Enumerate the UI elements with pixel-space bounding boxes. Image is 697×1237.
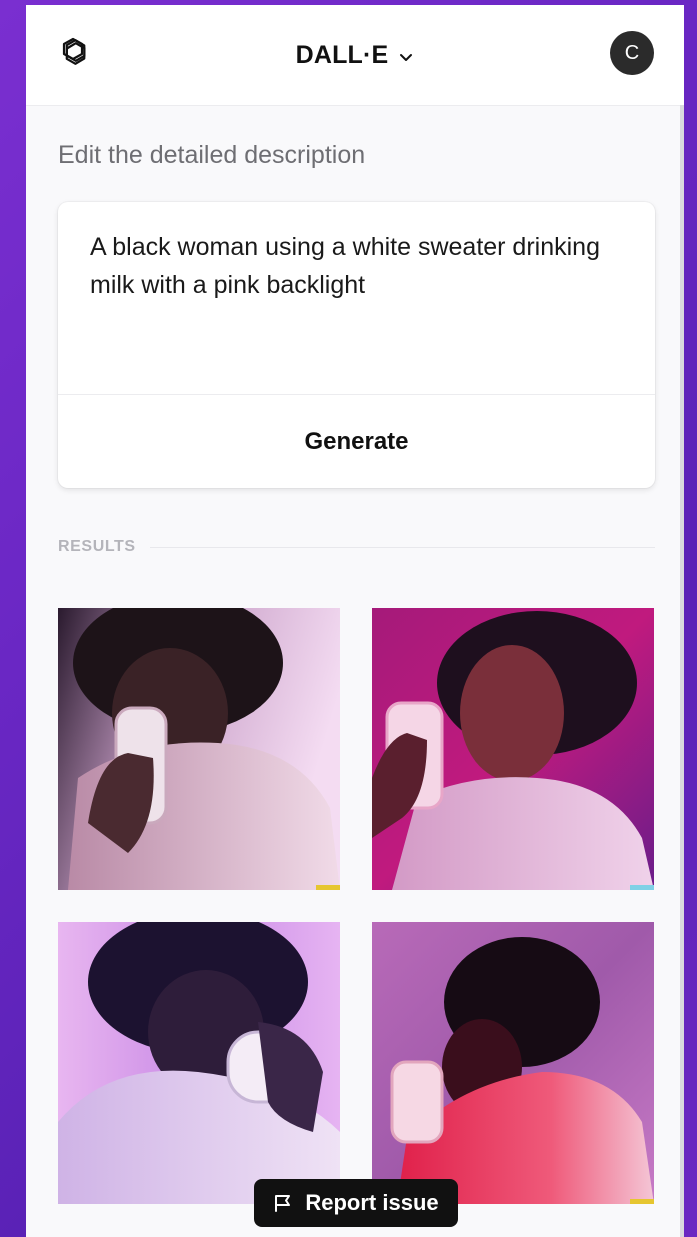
results-header: RESULTS <box>58 537 655 557</box>
top-bar: DALL·E C <box>26 5 684 106</box>
results-label: RESULTS <box>58 538 136 555</box>
result-image-2[interactable] <box>372 608 654 890</box>
prompt-textarea[interactable]: A black woman using a white sweater drin… <box>90 228 610 304</box>
result-image-4[interactable] <box>372 922 654 1204</box>
result-image-3-art <box>58 922 340 1204</box>
chevron-down-icon <box>400 53 413 61</box>
scrollbar[interactable] <box>680 105 684 1237</box>
result-image-4-art <box>372 922 654 1204</box>
result-image-1-art <box>58 608 340 890</box>
report-issue-label: Report issue <box>305 1190 439 1215</box>
result-image-2-art <box>372 608 654 890</box>
result-image-3[interactable] <box>58 922 340 1204</box>
report-issue-button[interactable]: Report issue <box>254 1179 458 1227</box>
prompt-card: A black woman using a white sweater drin… <box>58 202 655 488</box>
results-divider <box>149 546 655 548</box>
generate-button[interactable]: Generate <box>58 395 655 488</box>
section-label: Edit the detailed description <box>58 141 366 169</box>
avatar[interactable]: C <box>610 31 654 75</box>
app-switcher[interactable]: DALL·E <box>26 5 684 105</box>
flag-icon <box>275 1195 291 1212</box>
app-frame: DALL·E C Edit the detailed description A… <box>26 5 684 1237</box>
app-title: DALL·E <box>295 40 389 69</box>
result-image-1[interactable] <box>58 608 340 890</box>
